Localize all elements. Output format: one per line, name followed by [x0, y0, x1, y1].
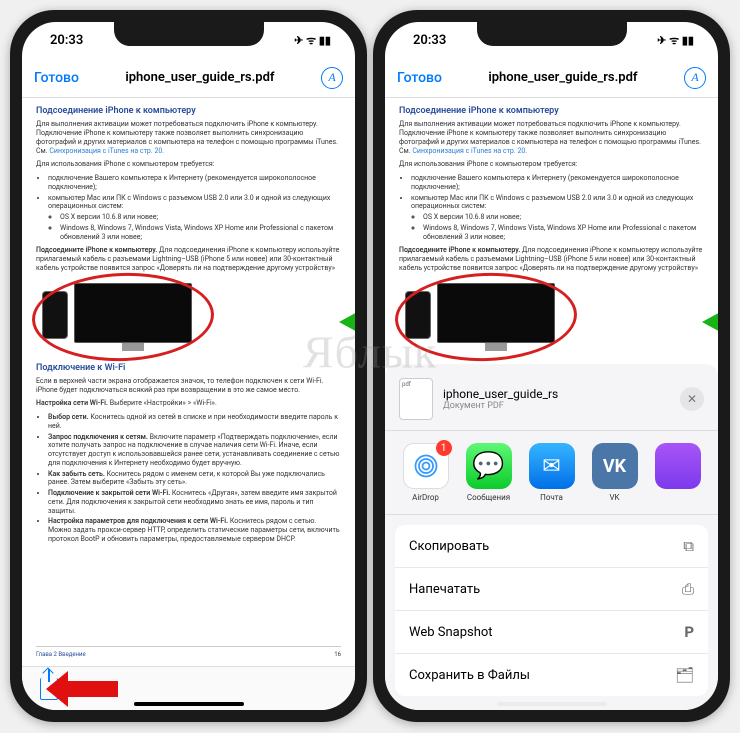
messages-label: Сообщения — [467, 493, 510, 502]
doc-p2: Для использования iPhone с компьютером т… — [399, 160, 704, 169]
status-time: 20:33 — [413, 33, 446, 48]
document-thumbnail: pdf — [399, 378, 433, 420]
red-oval-annotation — [394, 269, 579, 363]
done-button[interactable]: Готово — [34, 70, 79, 86]
doc-list-2: Выбор сети. Коснитесь одной из сетей в с… — [36, 413, 341, 544]
doc-p4: Если в верхней части экрана отображается… — [36, 377, 341, 395]
home-indicator[interactable] — [134, 702, 244, 706]
doc-p1: Для выполнения активации может потребова… — [36, 120, 341, 155]
doc-heading-1: Подсоединение iPhone к компьютеру — [36, 106, 341, 117]
sheet-file-title: iphone_user_guide_rs — [443, 387, 670, 401]
chapter-label: Глава 2 Введение — [36, 651, 86, 659]
status-icons: ✈ ᯤ ▮▮ — [294, 33, 331, 48]
doc-list-1: подключение Вашего компьютера к Интернет… — [399, 174, 704, 241]
share-actions-list: Скопировать ⧉ Напечатать ⎙ Web Snapshot … — [395, 525, 708, 696]
document-content[interactable]: Подсоединение iPhone к компьютеру Для вы… — [22, 98, 355, 666]
copy-icon: ⧉ — [683, 537, 694, 555]
share-apps-row[interactable]: 1 AirDrop 💬 Сообщения ✉ Почта VK VK — [385, 431, 718, 515]
airdrop-badge: 1 — [436, 440, 452, 456]
green-arrow-annotation — [339, 311, 355, 333]
close-button[interactable]: ✕ — [680, 387, 704, 411]
left-phone-frame: 20:33 ✈ ᯤ ▮▮ Готово iphone_user_guide_rs… — [10, 10, 367, 722]
doc-image-row — [36, 281, 341, 353]
doc-heading-1: Подсоединение iPhone к компьютеру — [399, 106, 704, 117]
nav-title: iphone_user_guide_rs.pdf — [452, 70, 674, 85]
airdrop-icon: 1 — [403, 443, 449, 489]
share-sheet-header: pdf iphone_user_guide_rs Документ PDF ✕ — [385, 374, 718, 431]
right-phone-frame: 20:33 ✈ ᯤ ▮▮ Готово iphone_user_guide_rs… — [373, 10, 730, 722]
left-screen: 20:33 ✈ ᯤ ▮▮ Готово iphone_user_guide_rs… — [22, 22, 355, 710]
markup-button[interactable]: A — [684, 67, 706, 89]
app-messages[interactable]: 💬 Сообщения — [464, 443, 513, 502]
action-save-files[interactable]: Сохранить в Файлы 🗂 — [395, 654, 708, 696]
red-arrow-annotation — [66, 681, 118, 697]
app-more[interactable] — [653, 443, 702, 502]
sheet-file-subtitle: Документ PDF — [443, 401, 670, 411]
mail-icon: ✉ — [529, 443, 575, 489]
doc-image-row — [399, 281, 704, 353]
doc-heading-2: Подключение к Wi-Fi — [36, 363, 341, 374]
notch — [477, 22, 627, 46]
nav-bar: Готово iphone_user_guide_rs.pdf A — [22, 58, 355, 98]
doc-p1: Для выполнения активации может потребова… — [399, 120, 704, 155]
share-sheet: pdf iphone_user_guide_rs Документ PDF ✕ … — [385, 364, 718, 710]
page-number: 16 — [334, 651, 341, 659]
snapshot-icon: P — [684, 623, 694, 641]
status-time: 20:33 — [50, 33, 83, 48]
green-arrow-annotation — [702, 311, 718, 333]
notch — [114, 22, 264, 46]
nav-bar: Готово iphone_user_guide_rs.pdf A — [385, 58, 718, 98]
mail-label: Почта — [540, 493, 563, 502]
action-print[interactable]: Напечатать ⎙ — [395, 568, 708, 611]
doc-p2: Для использования iPhone с компьютером т… — [36, 160, 341, 169]
app-airdrop[interactable]: 1 AirDrop — [401, 443, 450, 502]
messages-icon: 💬 — [466, 443, 512, 489]
doc-footer: Глава 2 Введение 16 — [36, 646, 341, 659]
action-web-snapshot[interactable]: Web Snapshot P — [395, 611, 708, 654]
app-mail[interactable]: ✉ Почта — [527, 443, 576, 502]
vk-label: VK — [609, 493, 619, 502]
folder-icon: 🗂 — [675, 666, 694, 684]
vk-icon: VK — [592, 443, 638, 489]
status-icons: ✈ ᯤ ▮▮ — [657, 33, 694, 48]
airdrop-label: AirDrop — [412, 493, 439, 502]
markup-button[interactable]: A — [321, 67, 343, 89]
red-oval-annotation — [31, 269, 216, 363]
app-vk[interactable]: VK VK — [590, 443, 639, 502]
action-copy[interactable]: Скопировать ⧉ — [395, 525, 708, 568]
doc-p5: Настройка сети Wi-Fi. Выберите «Настройк… — [36, 399, 341, 408]
done-button[interactable]: Готово — [397, 70, 442, 86]
viber-icon — [655, 443, 701, 489]
doc-p3: Подсоедините iPhone к компьютеру. Для по… — [36, 246, 341, 272]
nav-title: iphone_user_guide_rs.pdf — [89, 70, 311, 85]
doc-list-1: подключение Вашего компьютера к Интернет… — [36, 174, 341, 241]
right-screen: 20:33 ✈ ᯤ ▮▮ Готово iphone_user_guide_rs… — [385, 22, 718, 710]
doc-p3: Подсоедините iPhone к компьютеру. Для по… — [399, 246, 704, 272]
print-icon: ⎙ — [682, 580, 694, 598]
